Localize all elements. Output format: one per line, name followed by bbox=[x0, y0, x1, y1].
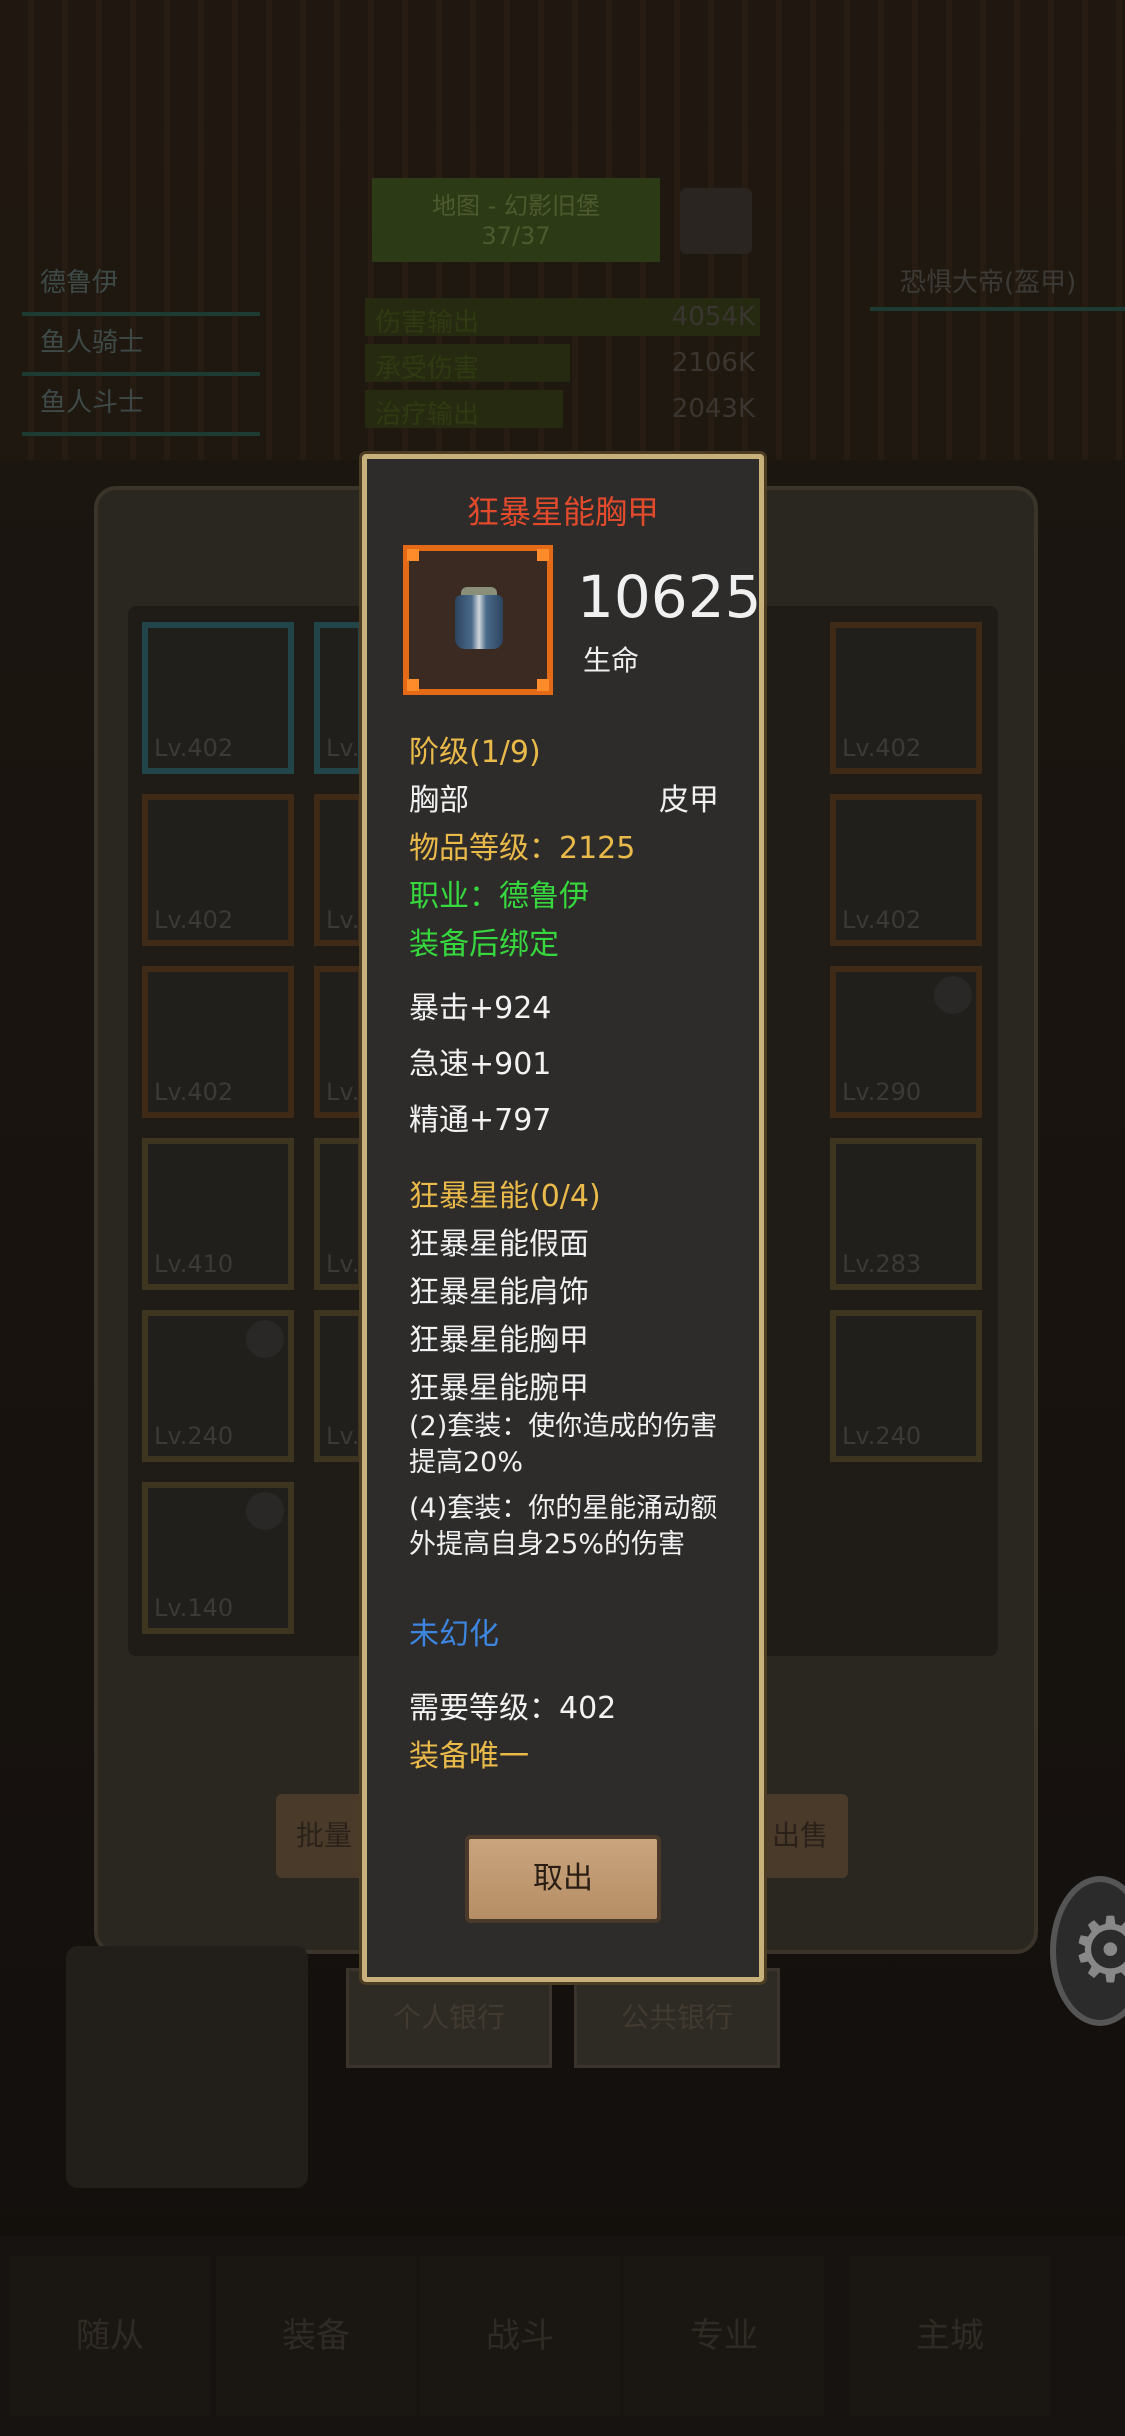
party-member[interactable]: 鱼人斗士 bbox=[22, 378, 260, 436]
bank-slot[interactable]: Lv. bbox=[314, 622, 364, 774]
sell-button[interactable]: 出售 bbox=[752, 1794, 848, 1878]
meter-label: 治疗输出 bbox=[375, 400, 480, 430]
bank-slot[interactable]: Lv.290 bbox=[830, 966, 982, 1118]
slot-level: Lv.402 bbox=[154, 734, 234, 762]
secondary-stat: 精通+797 bbox=[409, 1103, 552, 1138]
set-item: 狂暴星能腕甲 bbox=[409, 1371, 589, 1406]
class-requirement: 职业：德鲁伊 bbox=[409, 879, 589, 914]
item-name: 狂暴星能胸甲 bbox=[466, 493, 659, 531]
map-title-panel: 地图 - 幻影旧堡 37/37 bbox=[372, 178, 660, 262]
boss-name: 恐惧大帝(盔甲) bbox=[870, 258, 1125, 311]
slot-level: Lv.140 bbox=[154, 1594, 234, 1622]
nav-followers[interactable]: 随从 bbox=[10, 2256, 210, 2416]
bank-slot[interactable]: Lv. bbox=[314, 1138, 364, 1290]
item-level: 物品等级：2125 bbox=[409, 831, 636, 866]
item-tooltip: 狂暴星能胸甲 10625 生命 阶级(1/9) 胸部 皮甲 物品等级：2125 … bbox=[362, 454, 764, 1982]
lock-icon bbox=[246, 1492, 284, 1530]
bank-slot[interactable]: Lv.402 bbox=[142, 794, 294, 946]
tab-public-bank[interactable]: 公共银行 bbox=[574, 1968, 780, 2068]
meter-value: 2043K bbox=[671, 394, 755, 424]
bank-slot[interactable]: Lv.410 bbox=[142, 1138, 294, 1290]
transmog-status: 未幻化 bbox=[409, 1617, 499, 1652]
meter-row: 治疗输出 2043K bbox=[365, 388, 765, 430]
set-bonus-4: (4)套装：你的星能涌动额外提高自身25%的伤害 bbox=[409, 1493, 718, 1560]
bank-slot[interactable]: Lv. bbox=[314, 1310, 364, 1462]
bank-slot[interactable]: Lv.240 bbox=[830, 1310, 982, 1462]
bank-slot[interactable]: Lv.240 bbox=[142, 1310, 294, 1462]
swap-icon[interactable] bbox=[680, 188, 752, 254]
tab-personal-bank[interactable]: 个人银行 bbox=[346, 1968, 552, 2068]
meter-value: 4054K bbox=[671, 302, 755, 332]
set-bonus-2: (2)套装：使你造成的伤害提高20% bbox=[409, 1411, 718, 1478]
bank-slot[interactable]: Lv.402 bbox=[142, 622, 294, 774]
bank-slot[interactable]: Lv.140 bbox=[142, 1482, 294, 1634]
slot-level: Lv.410 bbox=[154, 1250, 234, 1278]
main-stat-label: 生命 bbox=[583, 644, 640, 677]
unique-equip: 装备唯一 bbox=[409, 1739, 529, 1774]
pet-portrait[interactable] bbox=[66, 1946, 308, 2188]
lock-icon bbox=[246, 1320, 284, 1358]
set-item: 狂暴星能假面 bbox=[409, 1227, 589, 1262]
item-slot: 胸部 bbox=[409, 783, 469, 818]
lock-icon bbox=[934, 976, 972, 1014]
slot-level: Lv. bbox=[326, 1078, 360, 1106]
bank-slot[interactable]: Lv. bbox=[314, 794, 364, 946]
take-out-button[interactable]: 取出 bbox=[465, 1835, 661, 1923]
meter-row: 承受伤害 2106K bbox=[365, 342, 765, 384]
bank-slot[interactable]: Lv.402 bbox=[830, 622, 982, 774]
slot-level: Lv.240 bbox=[842, 1422, 922, 1450]
party-member[interactable]: 德鲁伊 bbox=[22, 258, 260, 316]
slot-level: Lv.402 bbox=[842, 906, 922, 934]
slot-level: Lv.283 bbox=[842, 1250, 922, 1278]
secondary-stat: 急速+901 bbox=[409, 1047, 552, 1082]
meter-label: 伤害输出 bbox=[375, 308, 480, 338]
slot-level: Lv.402 bbox=[154, 1078, 234, 1106]
set-item: 狂暴星能胸甲 bbox=[409, 1323, 589, 1358]
required-level: 需要等级：402 bbox=[409, 1691, 617, 1726]
nav-equipment[interactable]: 装备 bbox=[216, 2256, 416, 2416]
party-member[interactable]: 鱼人骑士 bbox=[22, 318, 260, 376]
slot-level: Lv. bbox=[326, 906, 360, 934]
bank-slot[interactable]: Lv.402 bbox=[142, 966, 294, 1118]
main-stat-value: 10625 bbox=[577, 563, 762, 631]
map-title: 地图 - 幻影旧堡 bbox=[432, 192, 600, 220]
slot-level: Lv. bbox=[326, 1250, 360, 1278]
slot-level: Lv.240 bbox=[154, 1422, 234, 1450]
nav-profession[interactable]: 专业 bbox=[624, 2256, 824, 2416]
item-tier: 阶级(1/9) bbox=[409, 735, 541, 770]
nav-battle[interactable]: 战斗 bbox=[420, 2256, 620, 2416]
meter-label: 承受伤害 bbox=[375, 354, 480, 384]
damage-meter: 伤害输出 4054K 承受伤害 2106K 治疗输出 2043K bbox=[365, 296, 765, 434]
batch-button[interactable]: 批量 bbox=[276, 1794, 372, 1878]
slot-level: Lv. bbox=[326, 1422, 360, 1450]
party-list: 德鲁伊 鱼人骑士 鱼人斗士 bbox=[22, 258, 260, 438]
slot-level: Lv.402 bbox=[842, 734, 922, 762]
bind-type: 装备后绑定 bbox=[409, 927, 559, 962]
map-progress: 37/37 bbox=[481, 222, 551, 250]
chest-armor-icon-body bbox=[455, 595, 503, 649]
bank-slot[interactable]: Lv. bbox=[314, 966, 364, 1118]
set-item: 狂暴星能肩饰 bbox=[409, 1275, 589, 1310]
slot-level: Lv.290 bbox=[842, 1078, 922, 1106]
item-icon-frame bbox=[403, 545, 553, 695]
secondary-stat: 暴击+924 bbox=[409, 991, 552, 1026]
bank-slot[interactable]: Lv.402 bbox=[830, 794, 982, 946]
meter-value: 2106K bbox=[671, 348, 755, 378]
nav-main-city[interactable]: 主城 bbox=[850, 2256, 1050, 2416]
slot-level: Lv.402 bbox=[154, 906, 234, 934]
meter-row: 伤害输出 4054K bbox=[365, 296, 765, 338]
bank-slot[interactable]: Lv.283 bbox=[830, 1138, 982, 1290]
set-name: 狂暴星能(0/4) bbox=[409, 1179, 601, 1214]
armor-type: 皮甲 bbox=[659, 783, 719, 818]
slot-level: Lv. bbox=[326, 734, 360, 762]
